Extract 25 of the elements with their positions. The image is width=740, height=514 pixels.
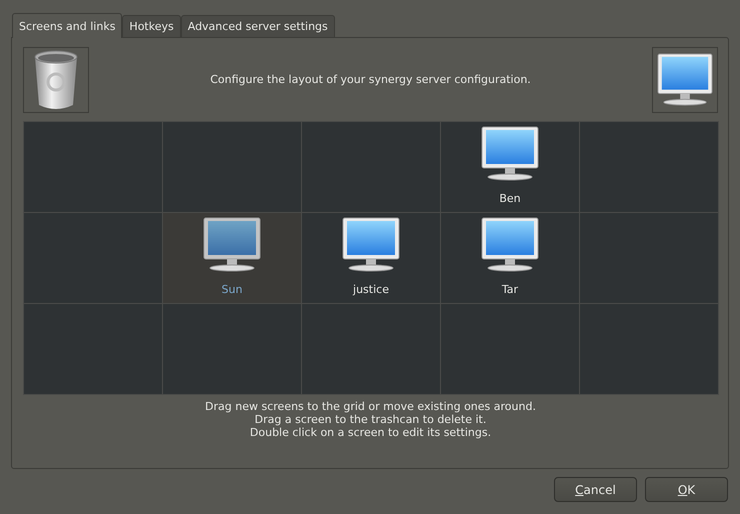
monitor-icon	[342, 217, 400, 273]
ok-button[interactable]: OK	[645, 477, 728, 502]
trash-can-box[interactable]	[23, 47, 89, 113]
description-text: Configure the layout of your synergy server configuration.	[209, 72, 532, 88]
tab[interactable]: Advanced server settings	[180, 15, 335, 37]
screen-name: Tar	[502, 283, 518, 296]
monitor-icon	[481, 217, 539, 273]
monitor-icon	[657, 52, 713, 108]
monitor-icon	[481, 126, 539, 182]
cancel-button[interactable]: Cancel	[554, 477, 637, 502]
monitor-icon	[203, 217, 261, 273]
new-screen-box[interactable]	[652, 47, 718, 113]
instruction-text: Drag new screens to the grid or move existing ones around.	[205, 400, 536, 413]
screen-cell[interactable]: Sun	[163, 213, 301, 303]
tab[interactable]: Hotkeys	[122, 15, 181, 37]
trash-can-icon[interactable]	[33, 49, 79, 111]
screen-name: Ben	[499, 192, 521, 205]
instruction-text: Drag a screen to the trashcan to delete it.	[254, 413, 486, 426]
tab[interactable]: Screens and links	[12, 13, 122, 38]
screen-name: justice	[353, 283, 389, 296]
screen-cell[interactable]: Ben	[441, 122, 579, 212]
screen-cell[interactable]: Tar	[441, 213, 579, 303]
instruction-text: Double click on a screen to edit its settings.	[250, 426, 492, 439]
screen-name: Sun	[222, 283, 242, 296]
screen-cell[interactable]: justice	[302, 213, 440, 303]
